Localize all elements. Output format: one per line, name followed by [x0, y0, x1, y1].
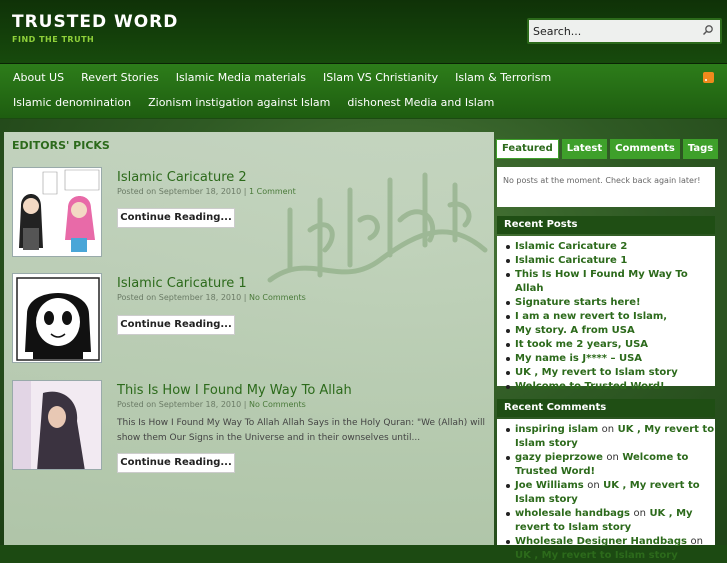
post-comments-link[interactable]: 1 Comment [249, 187, 296, 196]
comment-author[interactable]: Wholesale Designer Handbags [515, 536, 687, 547]
post-excerpt: This Is How I Found My Way To Allah Alla… [117, 418, 485, 443]
post-date: Posted on September 18, 2010 [117, 293, 242, 302]
tab-latest[interactable]: Latest [561, 139, 608, 159]
comment-author[interactable]: gazy pieprzowe [515, 452, 603, 463]
main-navigation: About US Revert Stories Islamic Media mate… [0, 64, 727, 118]
comment-on-word: on [690, 536, 703, 547]
post-date: Posted on September 18, 2010 [117, 187, 242, 196]
recent-comment-item: wholesale handbags on UK , My revert to … [497, 507, 715, 535]
comment-on-word: on [601, 424, 615, 435]
recent-posts-widget: Islamic Caricature 2 Islamic Caricature 1… [497, 236, 715, 392]
recent-comments-widget: inspiring islam on UK , My revert to Isl… [497, 419, 715, 561]
post-date: Posted on September 18, 2010 [117, 400, 242, 409]
nav-item-about-us[interactable]: About US [0, 70, 72, 86]
comment-author[interactable]: wholesale handbags [515, 508, 630, 519]
site-title[interactable]: TRUSTED WORD [12, 12, 178, 32]
nav-item-zionism-instigation-against-islam[interactable]: Zionism instigation against Islam [139, 95, 338, 111]
recent-comment-item: gazy pieprzowe on Welcome to Trusted Wor… [497, 451, 715, 479]
nav-item-dishonest-media-and-islam[interactable]: dishonest Media and Islam [338, 95, 502, 111]
nav-row-2: Islamic denomination Zionism instigation … [0, 95, 502, 111]
calligraphy-watermark [267, 172, 488, 283]
caricature-image [13, 274, 101, 362]
site-tagline: FIND THE TRUTH [12, 35, 95, 44]
post-title[interactable]: Islamic Caricature 2 [117, 170, 247, 185]
continue-reading-button[interactable]: Continue Reading... [117, 453, 235, 473]
recent-comments-heading: Recent Comments [497, 399, 715, 417]
continue-reading-button[interactable]: Continue Reading... [117, 208, 235, 228]
nav-item-islamic-denomination[interactable]: Islamic denomination [0, 95, 139, 111]
rss-icon[interactable] [703, 72, 714, 83]
comment-author[interactable]: inspiring islam [515, 424, 598, 435]
recent-post-link[interactable]: Islamic Caricature 1 [497, 254, 715, 268]
post-comments-link[interactable]: No Comments [249, 293, 306, 302]
post-title[interactable]: Islamic Caricature 1 [117, 276, 247, 291]
section-title: EDITORS' PICKS [12, 139, 110, 152]
post-thumbnail[interactable] [12, 167, 102, 257]
search-icon[interactable] [702, 24, 714, 36]
nav-item-islamic-media-materials[interactable]: Islamic Media materials [167, 70, 314, 86]
post-title[interactable]: This Is How I Found My Way To Allah [117, 383, 352, 398]
recent-post-link[interactable]: Welcome to Trusted Word! [497, 380, 715, 394]
comment-on-word: on [633, 508, 646, 519]
recent-post-link[interactable]: I am a new revert to Islam, [497, 310, 715, 324]
nav-row-1: About US Revert Stories Islamic Media mate… [0, 70, 559, 86]
recent-posts-list: Islamic Caricature 2 Islamic Caricature 1… [497, 240, 715, 394]
tab-featured[interactable]: Featured [496, 139, 559, 159]
search-box[interactable] [527, 18, 722, 44]
recent-post-link[interactable]: This Is How I Found My Way To Allah [497, 268, 715, 296]
post-meta: Posted on September 18, 2010 | No Commen… [117, 293, 306, 302]
nav-item-islam-terrorism[interactable]: Islam & Terrorism [446, 70, 559, 86]
post-thumbnail[interactable] [12, 380, 102, 470]
post-image [13, 381, 101, 469]
tab-tags[interactable]: Tags [682, 139, 719, 159]
nav-item-islam-vs-christianity[interactable]: ISlam VS Christianity [314, 70, 446, 86]
recent-comments-list: inspiring islam on UK , My revert to Isl… [497, 423, 715, 563]
comment-on-word: on [587, 480, 600, 491]
nav-item-revert-stories[interactable]: Revert Stories [72, 70, 167, 86]
comment-on-word: on [606, 452, 619, 463]
recent-post-link[interactable]: Signature starts here! [497, 296, 715, 310]
tab-comments[interactable]: Comments [610, 139, 680, 159]
recent-post-link[interactable]: UK , My revert to Islam story [497, 366, 715, 380]
post-comments-link[interactable]: No Comments [249, 400, 306, 409]
recent-comment-item: Joe Williams on UK , My revert to Islam … [497, 479, 715, 507]
site-header: TRUSTED WORD FIND THE TRUTH [0, 0, 727, 64]
search-input[interactable] [533, 23, 701, 39]
recent-post-link[interactable]: My name is J**** – USA [497, 352, 715, 366]
caricature-image [13, 168, 101, 256]
sidebar-tabs: Featured Latest Comments Tags [496, 139, 721, 159]
post-meta: Posted on September 18, 2010 | No Commen… [117, 400, 306, 409]
recent-comment-item: inspiring islam on UK , My revert to Isl… [497, 423, 715, 451]
comment-post-link[interactable]: UK , My revert to Islam story [515, 550, 678, 561]
continue-reading-button[interactable]: Continue Reading... [117, 315, 235, 335]
recent-post-link[interactable]: It took me 2 years, USA [497, 338, 715, 352]
recent-post-link[interactable]: My story. A from USA [497, 324, 715, 338]
post-meta: Posted on September 18, 2010 | 1 Comment [117, 187, 296, 196]
comment-author[interactable]: Joe Williams [515, 480, 584, 491]
recent-posts-heading: Recent Posts [497, 216, 715, 234]
recent-post-link[interactable]: Islamic Caricature 2 [497, 240, 715, 254]
featured-tab-content: No posts at the moment. Check back again… [497, 167, 715, 207]
post-thumbnail[interactable] [12, 273, 102, 363]
recent-comment-item: Wholesale Designer Handbags on UK , My r… [497, 535, 715, 563]
